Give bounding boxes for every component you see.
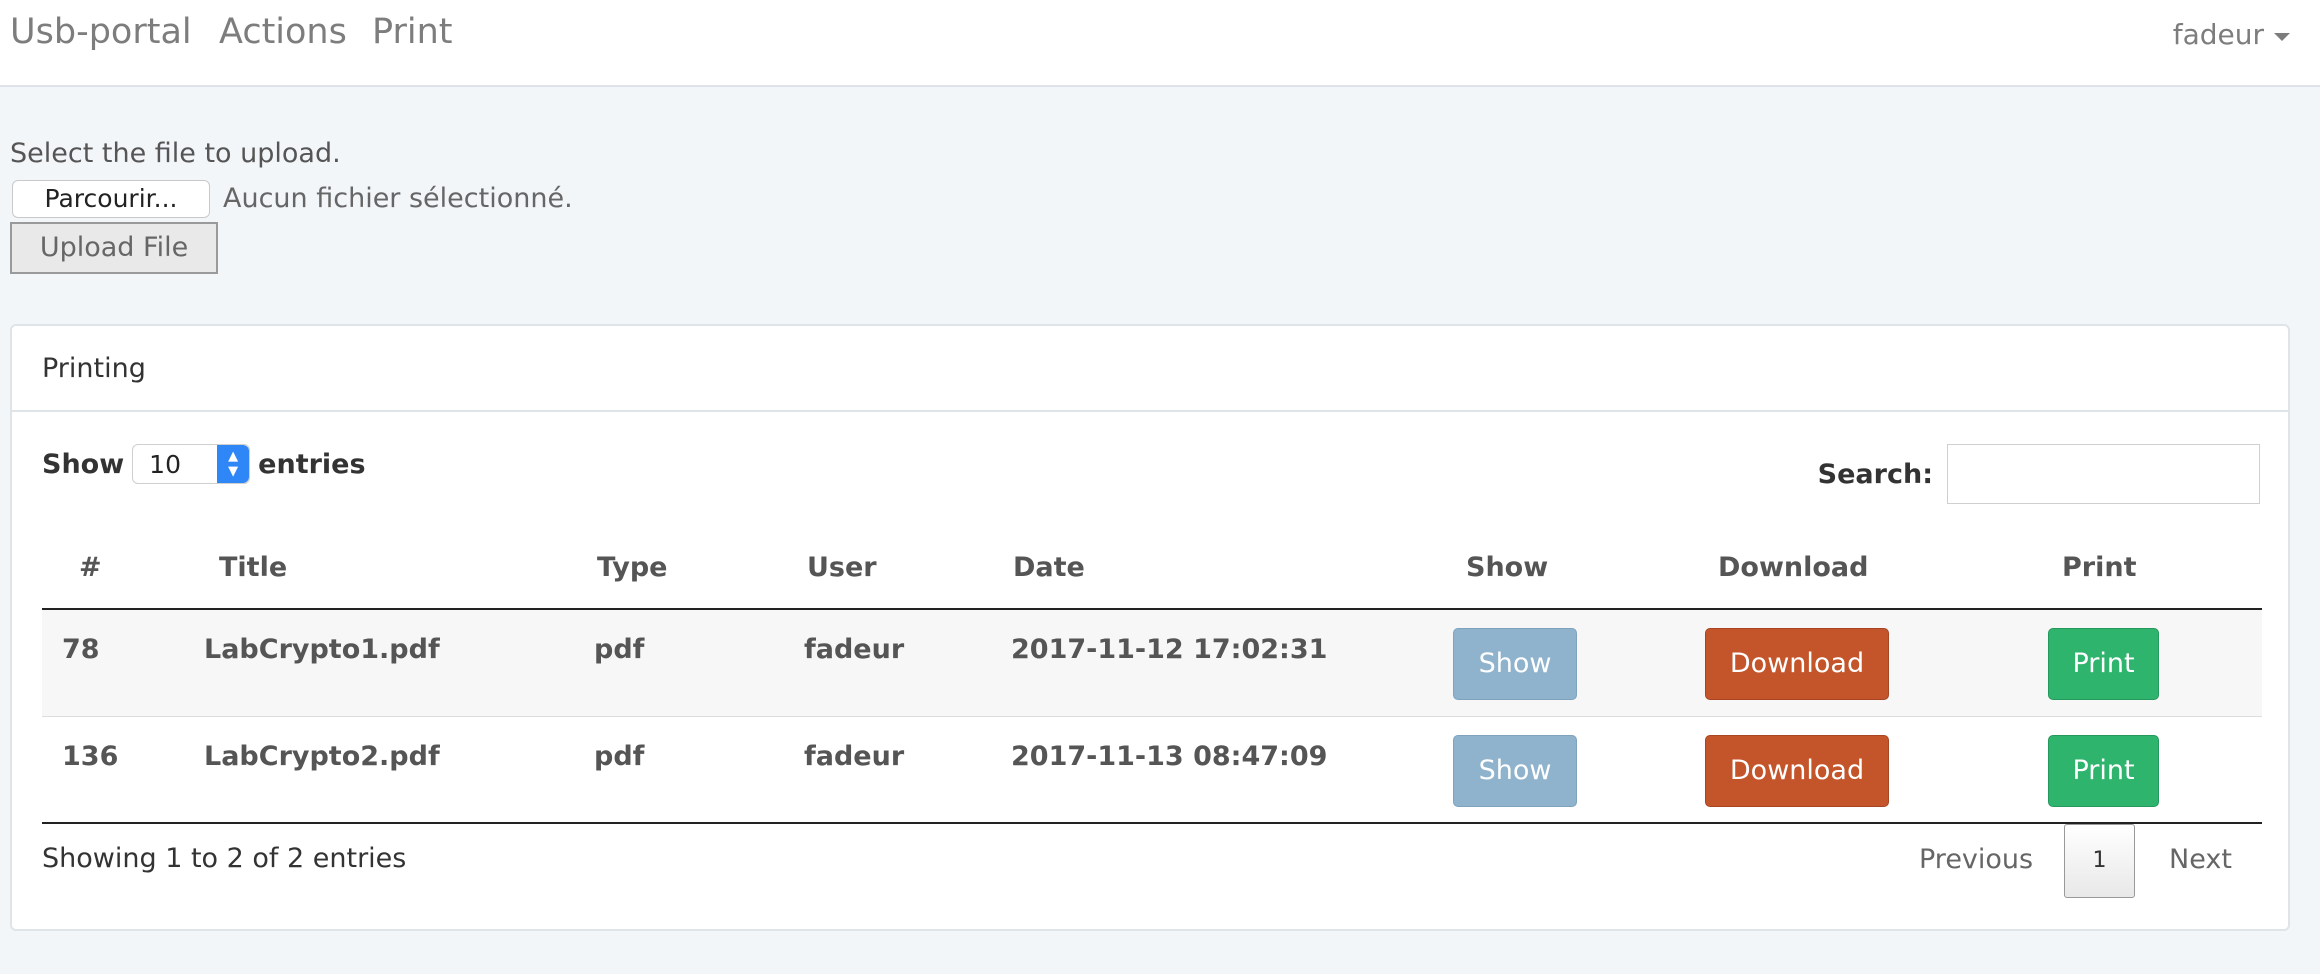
table-row: 78 LabCrypto1.pdf pdf fadeur 2017-11-12 … bbox=[42, 610, 2262, 717]
column-header-title[interactable]: Title bbox=[219, 552, 287, 583]
column-header-date[interactable]: Date bbox=[1013, 552, 1085, 583]
file-browse-button[interactable]: Parcourir... bbox=[12, 180, 210, 218]
entries-length-select[interactable]: 10 ▲ ▼ bbox=[132, 444, 251, 484]
download-button[interactable]: Download bbox=[1705, 628, 1889, 700]
show-button[interactable]: Show bbox=[1453, 628, 1577, 700]
table-header: # Title Type User Date Show Download Pri… bbox=[42, 526, 2262, 610]
nav-link-actions[interactable]: Actions bbox=[219, 12, 347, 52]
table-info: Showing 1 to 2 of 2 entries bbox=[42, 843, 407, 874]
table-search: Search: bbox=[1818, 444, 2260, 504]
cell-date: 2017-11-12 17:02:31 bbox=[1011, 634, 1328, 665]
show-button[interactable]: Show bbox=[1453, 735, 1577, 807]
column-header-show[interactable]: Show bbox=[1466, 552, 1548, 583]
cell-title: LabCrypto1.pdf bbox=[204, 634, 440, 665]
cell-id: 136 bbox=[62, 741, 119, 772]
brand-link[interactable]: Usb-portal bbox=[10, 12, 192, 52]
column-header-print[interactable]: Print bbox=[2062, 552, 2137, 583]
table-row: 136 LabCrypto2.pdf pdf fadeur 2017-11-13… bbox=[42, 717, 2262, 824]
length-value: 10 bbox=[149, 450, 181, 479]
cell-user: fadeur bbox=[804, 634, 905, 665]
entries-length-control: Show 10 ▲ ▼ entries bbox=[42, 444, 366, 484]
upload-label: Select the file to upload. bbox=[10, 138, 341, 169]
pagination-previous[interactable]: Previous bbox=[1919, 844, 2033, 875]
print-button[interactable]: Print bbox=[2048, 735, 2159, 807]
user-menu-dropdown[interactable]: fadeur bbox=[2173, 18, 2290, 51]
print-button[interactable]: Print bbox=[2048, 628, 2159, 700]
column-header-download[interactable]: Download bbox=[1718, 552, 1868, 583]
cell-type: pdf bbox=[594, 741, 645, 772]
user-menu-label: fadeur bbox=[2172, 18, 2264, 51]
cell-date: 2017-11-13 08:47:09 bbox=[1011, 741, 1328, 772]
top-navbar: Usb-portal Actions Print fadeur bbox=[0, 0, 2320, 87]
panel-title: Printing bbox=[42, 353, 146, 384]
cell-type: pdf bbox=[594, 634, 645, 665]
column-header-id[interactable]: # bbox=[79, 552, 102, 583]
cell-title: LabCrypto2.pdf bbox=[204, 741, 440, 772]
length-suffix: entries bbox=[258, 448, 366, 480]
up-down-arrows-icon: ▲ ▼ bbox=[217, 445, 250, 483]
download-button[interactable]: Download bbox=[1705, 735, 1889, 807]
cell-user: fadeur bbox=[804, 741, 905, 772]
file-status-text: Aucun fichier sélectionné. bbox=[223, 183, 573, 214]
panel-heading: Printing bbox=[12, 326, 2288, 412]
pagination-next[interactable]: Next bbox=[2169, 844, 2232, 875]
column-header-type[interactable]: Type bbox=[597, 552, 667, 583]
column-header-user[interactable]: User bbox=[807, 552, 877, 583]
printing-table: # Title Type User Date Show Download Pri… bbox=[42, 526, 2262, 824]
nav-link-print[interactable]: Print bbox=[372, 12, 453, 52]
cell-id: 78 bbox=[62, 634, 100, 665]
length-prefix: Show bbox=[42, 448, 125, 480]
search-input[interactable] bbox=[1947, 444, 2260, 504]
pagination-page-1[interactable]: 1 bbox=[2064, 824, 2135, 898]
printing-panel: Printing Show 10 ▲ ▼ entries Search: # Ti… bbox=[10, 324, 2290, 931]
caret-down-icon bbox=[2274, 32, 2290, 41]
upload-file-button[interactable]: Upload File bbox=[10, 222, 218, 274]
search-label: Search: bbox=[1817, 458, 1933, 490]
